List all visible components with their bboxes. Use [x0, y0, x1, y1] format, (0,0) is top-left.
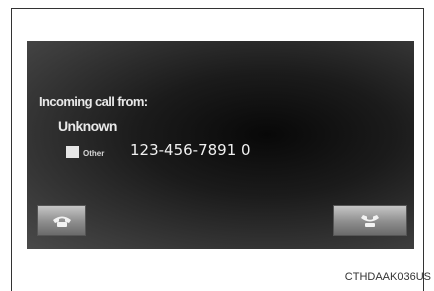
- call-screen: Incoming call from: Unknown Other 123-45…: [27, 41, 414, 249]
- phone-handset-icon: [52, 216, 71, 227]
- decline-call-button[interactable]: [333, 205, 407, 236]
- phone-number: 123-456-7891 0: [130, 141, 251, 159]
- number-type-label: Other: [83, 149, 105, 158]
- phone-hang-up-icon: [361, 214, 379, 227]
- number-type-icon: [66, 146, 79, 158]
- figure-code: CTHDAAK036US: [344, 271, 431, 283]
- caller-name: Unknown: [58, 118, 117, 134]
- incoming-call-title: Incoming call from:: [39, 94, 148, 109]
- accept-call-button[interactable]: [37, 205, 86, 236]
